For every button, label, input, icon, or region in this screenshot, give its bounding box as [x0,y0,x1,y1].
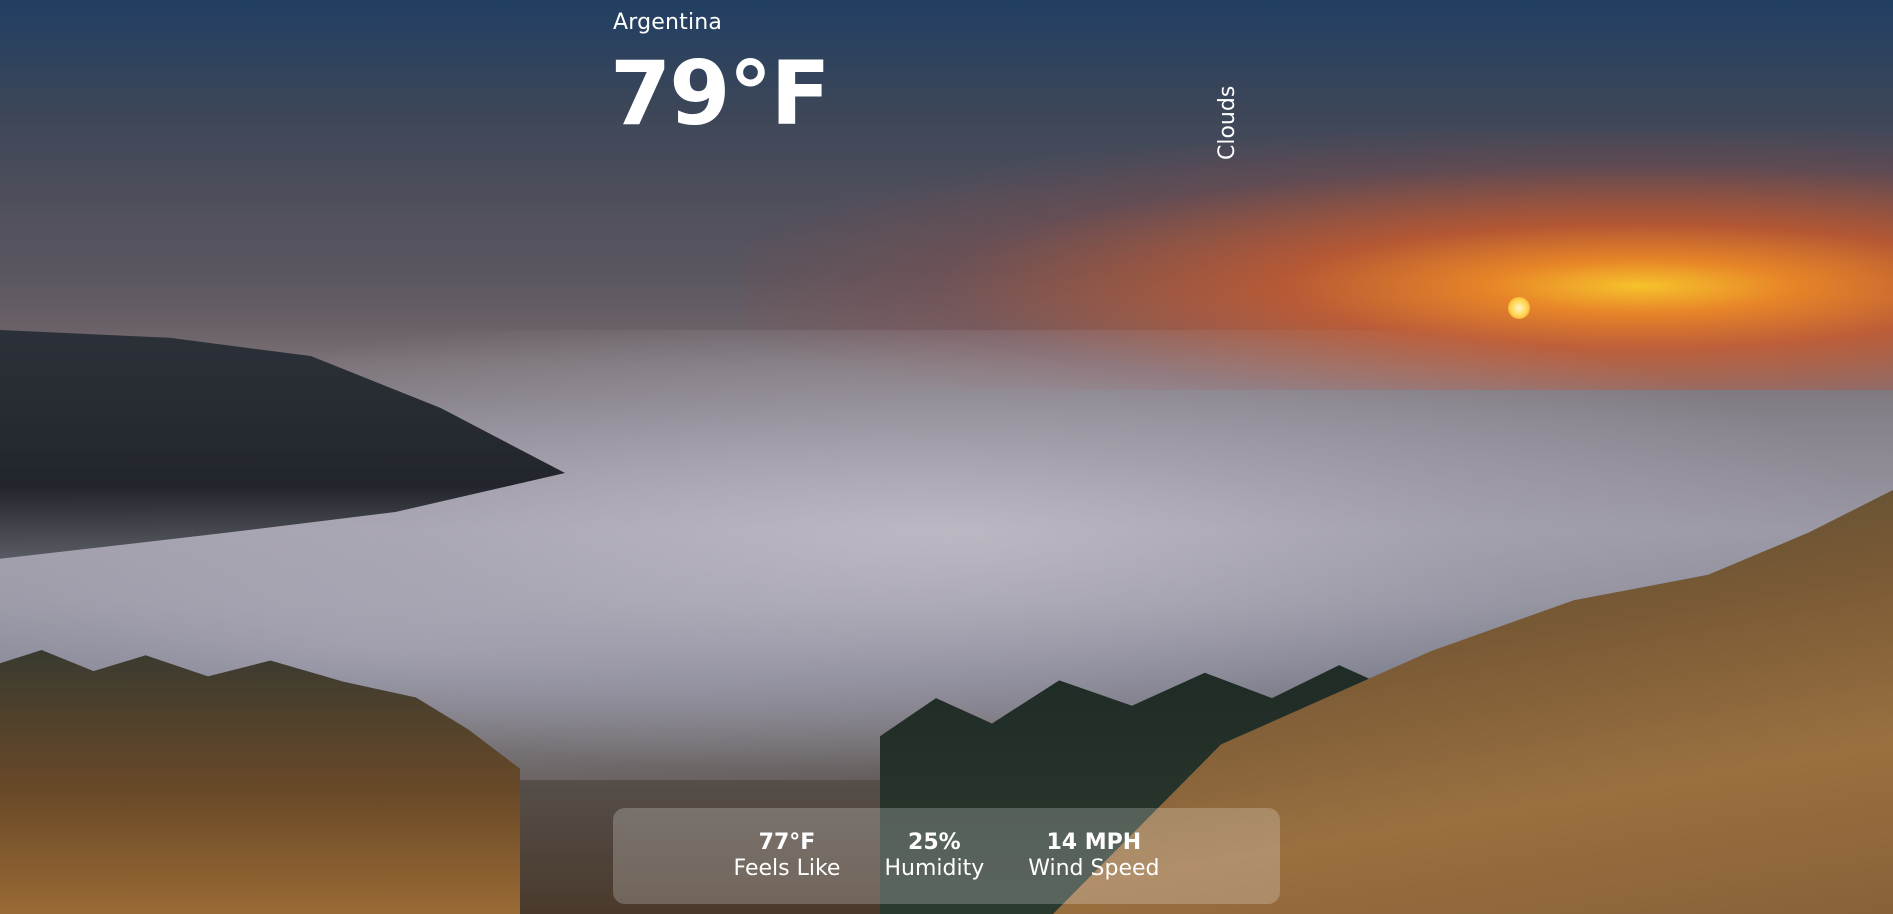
wind-speed-value: 14 MPH [1046,829,1142,855]
humidity-stat: 25% Humidity [862,830,1006,883]
feels-like-label: Feels Like [733,856,841,881]
weather-condition: Clouds [1215,85,1240,160]
humidity-value: 25% [908,829,961,855]
wind-speed-stat: 14 MPH Wind Speed [1006,830,1181,883]
location-name: Argentina [613,10,723,35]
feels-like-value: 77°F [758,829,816,855]
feels-like-stat: 77°F Feels Like [712,830,863,883]
weather-stats-panel: 77°F Feels Like 25% Humidity 14 MPH Wind… [613,808,1280,904]
humidity-label: Humidity [884,856,985,881]
sun [1508,297,1530,319]
wind-speed-label: Wind Speed [1028,856,1160,881]
current-temperature: 79°F [610,42,831,145]
weather-background: Argentina 79°F Clouds 77°F Feels Like 25… [0,0,1893,914]
